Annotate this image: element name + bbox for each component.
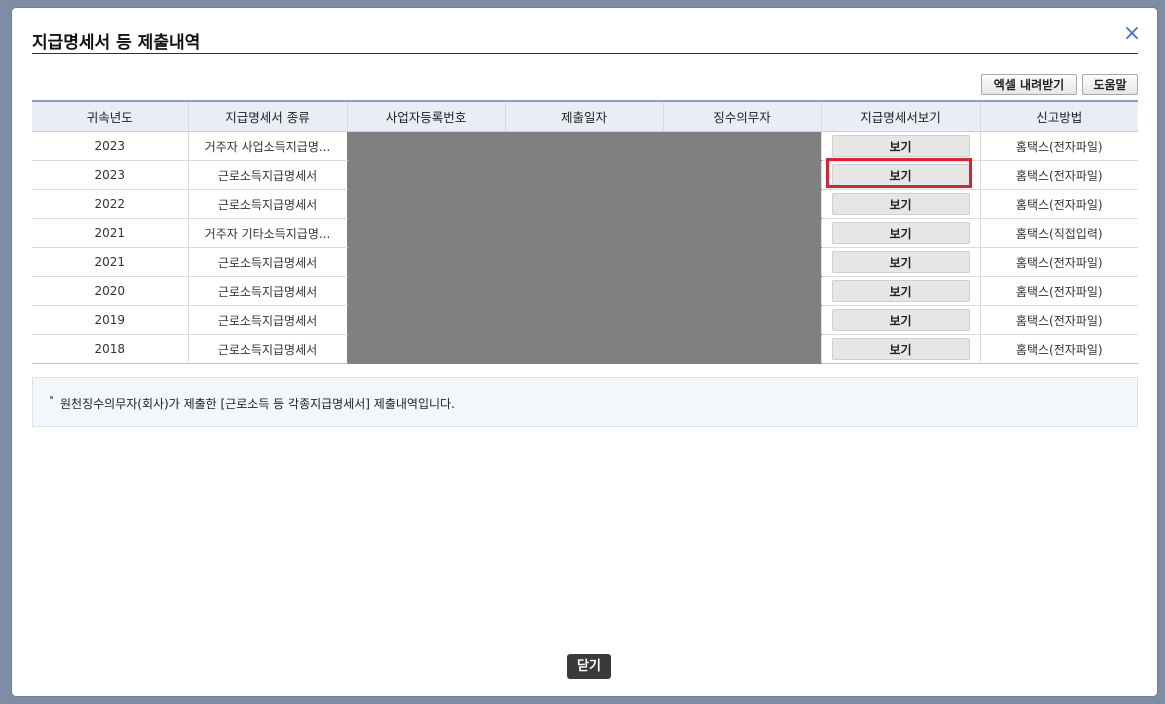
view-statement-button[interactable]: 보기 [831, 280, 970, 302]
cell-view: 보기 [820, 218, 980, 248]
view-statement-button[interactable]: 보기 [831, 222, 970, 244]
cell-withholding-agent [662, 189, 821, 219]
cell-report-method: 홈택스(전자파일) [979, 247, 1138, 277]
view-statement-button[interactable]: 보기 [831, 164, 970, 186]
cell-view: 보기 [820, 247, 980, 277]
cell-submit-date [504, 218, 663, 248]
cell-business-number [346, 218, 505, 248]
cell-view: 보기 [820, 189, 980, 219]
close-button[interactable]: 닫기 [567, 654, 611, 679]
title-divider [32, 53, 1138, 54]
cell-report-method: 홈택스(전자파일) [979, 160, 1138, 190]
info-text: 원천징수의무자(회사)가 제출한 [근로소득 등 각종지급명세서] 제출내역입니… [60, 397, 455, 411]
cell-withholding-agent [662, 160, 821, 190]
cell-withholding-agent [662, 218, 821, 248]
cell-report-method: 홈택스(전자파일) [979, 305, 1138, 335]
cell-year: 2021 [32, 218, 188, 248]
cell-submit-date [504, 160, 663, 190]
cell-year: 2023 [32, 160, 188, 190]
cell-business-number [346, 189, 505, 219]
cell-view: 보기 [820, 131, 980, 161]
submission-table: 귀속년도 지급명세서 종류 사업자등록번호 제출일자 징수의무자 지급명세서보기… [32, 100, 1138, 364]
header-view: 지급명세서보기 [820, 100, 980, 132]
cell-kind: 근로소득지급명세서 [187, 247, 347, 277]
bullet-icon [50, 396, 53, 399]
dialog-title: 지급명세서 등 제출내역 [32, 33, 201, 53]
cell-business-number [346, 334, 505, 364]
cell-business-number [346, 276, 505, 306]
excel-download-button[interactable]: 엑셀 내려받기 [981, 74, 1077, 95]
table-header-row: 귀속년도 지급명세서 종류 사업자등록번호 제출일자 징수의무자 지급명세서보기… [32, 100, 1138, 132]
cell-kind: 근로소득지급명세서 [187, 305, 347, 335]
cell-submit-date [504, 334, 663, 364]
cell-report-method: 홈택스(전자파일) [979, 131, 1138, 161]
view-statement-button[interactable]: 보기 [831, 193, 970, 215]
table-row: 2018 근로소득지급명세서 보기 홈택스(전자파일) [32, 334, 1138, 364]
table-row: 2020 근로소득지급명세서 보기 홈택스(전자파일) [32, 276, 1138, 306]
cell-withholding-agent [662, 305, 821, 335]
close-icon[interactable]: × [1122, 23, 1142, 45]
cell-view: 보기 [820, 276, 980, 306]
cell-kind: 근로소득지급명세서 [187, 160, 347, 190]
view-statement-button[interactable]: 보기 [831, 135, 970, 157]
table-row: 2023 근로소득지급명세서 보기 홈택스(전자파일) [32, 160, 1138, 190]
cell-business-number [346, 160, 505, 190]
header-business-number: 사업자등록번호 [346, 100, 505, 132]
view-statement-button[interactable]: 보기 [831, 338, 970, 360]
cell-business-number [346, 305, 505, 335]
view-statement-button[interactable]: 보기 [831, 251, 970, 273]
cell-kind: 근로소득지급명세서 [187, 189, 347, 219]
cell-submit-date [504, 247, 663, 277]
cell-report-method: 홈택스(직접입력) [979, 218, 1138, 248]
cell-business-number [346, 131, 505, 161]
cell-year: 2022 [32, 189, 188, 219]
cell-withholding-agent [662, 334, 821, 364]
cell-year: 2021 [32, 247, 188, 277]
cell-report-method: 홈택스(전자파일) [979, 276, 1138, 306]
cell-withholding-agent [662, 276, 821, 306]
cell-submit-date [504, 276, 663, 306]
cell-submit-date [504, 131, 663, 161]
cell-view: 보기 [820, 305, 980, 335]
header-kind: 지급명세서 종류 [187, 100, 347, 132]
table-row: 2022 근로소득지급명세서 보기 홈택스(전자파일) [32, 189, 1138, 219]
help-button[interactable]: 도움말 [1082, 74, 1138, 95]
cell-business-number [346, 247, 505, 277]
cell-withholding-agent [662, 247, 821, 277]
cell-kind: 거주자 사업소득지급명... [187, 131, 347, 161]
cell-view: 보기 [820, 334, 980, 364]
cell-year: 2023 [32, 131, 188, 161]
cell-kind: 거주자 기타소득지급명... [187, 218, 347, 248]
header-submit-date: 제출일자 [504, 100, 663, 132]
cell-kind: 근로소득지급명세서 [187, 276, 347, 306]
cell-view: 보기 [820, 160, 980, 190]
cell-submit-date [504, 189, 663, 219]
header-report-method: 신고방법 [979, 100, 1138, 132]
cell-kind: 근로소득지급명세서 [187, 334, 347, 364]
table-row: 2021 근로소득지급명세서 보기 홈택스(전자파일) [32, 247, 1138, 277]
table-row: 2023 거주자 사업소득지급명... 보기 홈택스(전자파일) [32, 131, 1138, 161]
cell-report-method: 홈택스(전자파일) [979, 189, 1138, 219]
view-statement-button[interactable]: 보기 [831, 309, 970, 331]
cell-year: 2018 [32, 334, 188, 364]
cell-year: 2019 [32, 305, 188, 335]
header-withholding-agent: 징수의무자 [662, 100, 821, 132]
cell-report-method: 홈택스(전자파일) [979, 334, 1138, 364]
cell-submit-date [504, 305, 663, 335]
info-notice: 원천징수의무자(회사)가 제출한 [근로소득 등 각종지급명세서] 제출내역입니… [32, 377, 1138, 427]
cell-withholding-agent [662, 131, 821, 161]
table-row: 2021 거주자 기타소득지급명... 보기 홈택스(직접입력) [32, 218, 1138, 248]
submission-history-dialog: 지급명세서 등 제출내역 × 엑셀 내려받기 도움말 귀속년도 지급명세서 종류… [12, 8, 1157, 696]
cell-year: 2020 [32, 276, 188, 306]
header-year: 귀속년도 [32, 100, 188, 132]
table-row: 2019 근로소득지급명세서 보기 홈택스(전자파일) [32, 305, 1138, 335]
